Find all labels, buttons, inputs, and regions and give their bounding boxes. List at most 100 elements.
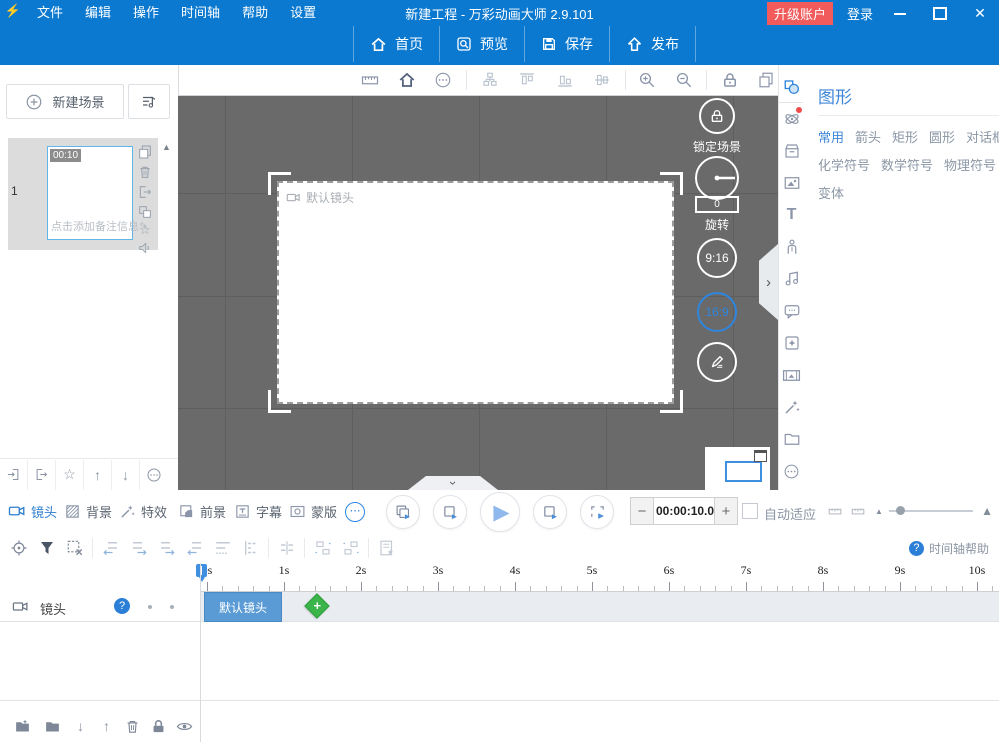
lock-element-icon[interactable] [721, 71, 739, 89]
more-scene-actions-icon[interactable] [140, 460, 167, 490]
navigator-window-icon[interactable] [754, 450, 767, 462]
shapes-tab-variants[interactable]: 变体 [818, 183, 844, 202]
menu-help[interactable]: 帮助 [231, 2, 279, 21]
track-option-dot-1[interactable] [148, 605, 152, 609]
preset-list-icon[interactable] [378, 539, 396, 557]
layer-subtitle-button[interactable]: 字幕 [234, 490, 282, 532]
tab-images[interactable] [779, 168, 804, 198]
menu-settings[interactable]: 设置 [279, 2, 327, 21]
move-later-icon[interactable] [342, 539, 360, 557]
layer-foreground-button[interactable]: 前景 [178, 490, 226, 532]
play-from-scene-button[interactable] [433, 495, 467, 529]
scale-ruler-icon[interactable] [826, 504, 844, 518]
shapes-tab-arrows[interactable]: 箭头 [855, 127, 881, 146]
locate-playhead-icon[interactable] [10, 539, 28, 557]
toggle-visibility-icon[interactable] [176, 718, 193, 735]
tab-animation-fx[interactable] [779, 104, 804, 134]
canvas-workspace[interactable]: 默认镜头 锁定场景 0 旋转 9:16 16:9 › › [178, 96, 778, 490]
tab-local-files[interactable] [779, 424, 804, 454]
scene-thumbnail[interactable]: 00:10 点击添加备注信息✎ [47, 146, 133, 240]
navigator-viewport[interactable] [725, 461, 762, 482]
tab-shapes[interactable] [779, 72, 804, 103]
export-scene-icon[interactable] [28, 460, 56, 490]
zoom-slider-min-icon[interactable]: ▲ [875, 507, 883, 516]
new-group-icon[interactable] [14, 718, 31, 735]
scene-audio-icon[interactable] [137, 240, 153, 256]
shapes-tab-chemistry[interactable]: 化学符号 [818, 155, 870, 174]
timeline-ruler[interactable]: 0s1s2s3s4s5s6s7s8s9s10s [200, 563, 999, 592]
close-button[interactable]: ✕ [967, 5, 993, 23]
scene-copy-icon[interactable] [137, 144, 153, 160]
layer-more-button[interactable]: ⋯ [345, 502, 365, 522]
lock-scene-button[interactable] [699, 98, 735, 134]
lock-layer-icon[interactable] [150, 718, 167, 735]
shift-left-icon[interactable] [102, 539, 120, 557]
shapes-tab-dialogs[interactable]: 对话框 [966, 127, 999, 146]
publish-button[interactable]: 发布 [610, 24, 695, 64]
play-element-button[interactable] [533, 495, 567, 529]
autofit-checkbox[interactable] [742, 503, 758, 519]
tab-text[interactable]: T [779, 200, 804, 230]
tab-more[interactable] [779, 456, 804, 486]
group-icon[interactable] [481, 71, 499, 89]
shapes-tab-common[interactable]: 常用 [818, 127, 844, 146]
duration-minus-button[interactable]: − [631, 498, 653, 524]
move-earlier-icon[interactable] [314, 539, 332, 557]
ratio-9-16-button[interactable]: 9:16 [697, 238, 737, 278]
upgrade-account-button[interactable]: 升级账户 [767, 2, 833, 25]
tab-video-frames[interactable] [779, 360, 804, 390]
rotate-dial[interactable] [695, 156, 739, 200]
tab-library[interactable] [779, 136, 804, 166]
tab-music[interactable] [779, 264, 804, 294]
layer-background-button[interactable]: 背景 [64, 490, 112, 532]
align-top-icon[interactable] [518, 71, 536, 89]
align-middle-icon[interactable] [593, 71, 611, 89]
menu-file[interactable]: 文件 [26, 2, 74, 21]
move-layer-down-icon[interactable]: ↓ [72, 718, 89, 735]
rotate-value-field[interactable]: 0 [695, 196, 739, 213]
layer-effects-button[interactable]: 特效 [119, 490, 167, 532]
scene-delete-icon[interactable] [137, 164, 153, 180]
layer-mask-button[interactable]: 蒙版 [289, 490, 337, 532]
zoom-slider-thumb[interactable] [896, 506, 905, 515]
camera-track-lane[interactable]: 默认镜头 + [201, 592, 999, 622]
scene-favorite-icon[interactable]: ☆ [137, 222, 153, 238]
center-on-playhead-icon[interactable] [278, 539, 296, 557]
menu-timeline[interactable]: 时间轴 [170, 2, 231, 21]
zoom-out-icon[interactable] [675, 71, 693, 89]
ratio-16-9-button[interactable]: 16:9 [697, 292, 737, 332]
playhead[interactable] [196, 564, 207, 577]
move-scene-down-icon[interactable]: ↓ [112, 460, 140, 490]
stage[interactable]: 默认镜头 [277, 181, 674, 404]
duration-field[interactable]: 00:00:10.0 [653, 498, 715, 524]
zoom-in-icon[interactable] [638, 71, 656, 89]
shapes-tab-math[interactable]: 数学符号 [881, 155, 933, 174]
zoom-slider-max-icon[interactable]: ▲ [981, 504, 993, 518]
shapes-tab-physics[interactable]: 物理符号 [944, 155, 996, 174]
tab-speech-bubbles[interactable] [779, 296, 804, 326]
maximize-button[interactable] [927, 5, 953, 23]
default-camera-block[interactable]: 默认镜头 [204, 592, 282, 622]
shapes-tab-circles[interactable]: 圆形 [929, 127, 955, 146]
ruler-toggle-icon[interactable] [361, 71, 379, 89]
deselect-icon[interactable] [66, 539, 84, 557]
shapes-tab-rectangles[interactable]: 矩形 [892, 127, 918, 146]
align-start-icon[interactable] [158, 539, 176, 557]
collapse-bottom-handle[interactable]: › [408, 476, 498, 490]
stretch-to-fit-icon[interactable] [214, 539, 232, 557]
play-button[interactable]: ▶ [480, 492, 520, 532]
minimize-button[interactable] [887, 5, 913, 23]
favorite-scene-icon[interactable]: ☆ [56, 460, 84, 490]
shift-right-icon[interactable] [130, 539, 148, 557]
tab-magic-wand[interactable] [779, 392, 804, 422]
track-option-dot-2[interactable] [170, 605, 174, 609]
menu-edit[interactable]: 编辑 [74, 2, 122, 21]
play-selection-button[interactable] [580, 495, 614, 529]
home-view-icon[interactable] [398, 71, 416, 89]
group-folder-icon[interactable] [44, 718, 61, 735]
home-button[interactable]: 首页 [354, 24, 439, 64]
align-end-icon[interactable] [186, 539, 204, 557]
add-camera-button[interactable]: + [304, 593, 329, 618]
tab-special-effects[interactable] [779, 328, 804, 358]
filter-icon[interactable] [38, 539, 56, 557]
